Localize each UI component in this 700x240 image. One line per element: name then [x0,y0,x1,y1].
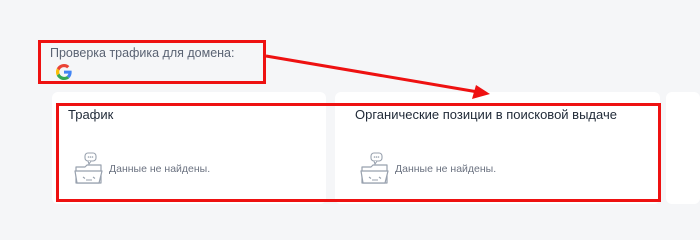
traffic-card-title: Трафик [68,107,114,122]
google-g-icon [56,64,72,80]
empty-folder-icon [74,152,103,184]
domain-check-label: Проверка трафика для домена: [50,46,235,60]
traffic-empty-text: Данные не найдены. [109,163,211,175]
organic-empty-text: Данные не найдены. [395,163,497,175]
organic-positions-card-title: Органические позиции в поисковой выдаче [355,107,617,122]
partial-card-edge [666,92,700,204]
empty-folder-icon [360,152,389,184]
